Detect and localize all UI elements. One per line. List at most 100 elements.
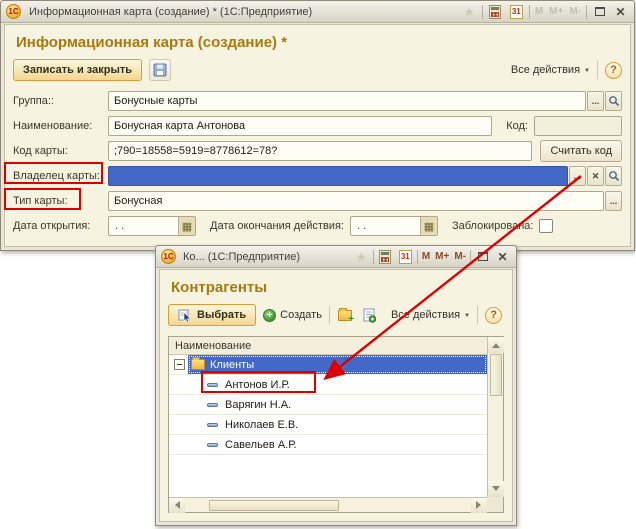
create-group-button[interactable]: +	[337, 307, 354, 324]
group-input[interactable]: Бонусные карты	[108, 91, 586, 111]
name-input[interactable]: Бонусная карта Антонова	[108, 116, 492, 136]
titlebar-separator	[482, 5, 483, 19]
calculator-icon[interactable]	[487, 3, 504, 20]
end-date-input[interactable]: . . ▦	[350, 216, 438, 236]
owner-input[interactable]	[108, 166, 568, 186]
card-type-row: Тип карты: Бонусная ...	[13, 191, 622, 211]
scroll-left-button[interactable]	[169, 498, 185, 513]
memory-m-button[interactable]: M	[534, 6, 544, 17]
scroll-down-button[interactable]	[488, 481, 504, 497]
toolbar-separator	[477, 306, 478, 324]
help-button[interactable]: ?	[605, 62, 622, 79]
main-window-body: Информационная карта (создание) * Записа…	[4, 24, 631, 247]
memory-m-minus-button[interactable]: M-	[453, 251, 467, 262]
element-icon	[207, 443, 218, 447]
help-button[interactable]: ?	[485, 307, 502, 324]
list-item[interactable]: Антонов И.Р.	[169, 375, 487, 395]
grid-calendar-icon: ▦	[424, 220, 434, 233]
card-type-input[interactable]: Бонусная	[108, 191, 604, 211]
card-type-ellipsis-button[interactable]: ...	[605, 191, 622, 211]
grid-calendar-icon: ▦	[182, 220, 192, 233]
maximize-button[interactable]	[591, 3, 608, 20]
magnifier-icon	[608, 95, 620, 107]
close-button[interactable]: ✕	[612, 3, 629, 20]
open-date-input[interactable]: . . ▦	[108, 216, 196, 236]
owner-label: Владелец карты:	[13, 170, 108, 182]
group-label: Группа::	[13, 95, 108, 107]
main-window: 1С Информационная карта (создание) * (1С…	[0, 0, 635, 251]
counterparties-title: Контрагенты	[171, 278, 512, 298]
arrow-down-icon	[492, 486, 500, 495]
calendar-icon[interactable]: 31	[508, 3, 525, 20]
all-actions-button[interactable]: Все действия ▼	[511, 64, 590, 76]
code-input	[534, 116, 622, 136]
main-window-title: Информационная карта (создание) * (1С:Пр…	[25, 6, 312, 18]
page-title: Информационная карта (создание) *	[16, 33, 630, 53]
list-item[interactable]: Николаев Е.В.	[169, 415, 487, 435]
1c-logo-icon: 1С	[161, 249, 176, 264]
save-button[interactable]	[149, 59, 171, 81]
collapse-icon[interactable]	[174, 359, 185, 370]
titlebar-separator	[586, 5, 587, 19]
counterparties-window: 1С Ко... (1С:Предприятие) ★ 31 M M+ M- ✕…	[155, 245, 517, 526]
element-icon	[207, 403, 218, 407]
name-label: Наименование:	[13, 120, 108, 132]
end-date-calendar-button[interactable]: ▦	[420, 217, 437, 235]
card-code-input[interactable]: ;790=18558=5919=8778612=78?	[108, 141, 532, 161]
toolbar-separator	[597, 61, 598, 79]
memory-m-plus-button[interactable]: M+	[548, 6, 564, 17]
blocked-checkbox[interactable]	[539, 219, 553, 233]
plus-circle-icon: +	[263, 309, 276, 322]
arrow-left-icon	[171, 501, 180, 509]
owner-ellipsis-button[interactable]: ...	[569, 166, 586, 186]
create-by-copy-button[interactable]	[361, 307, 378, 324]
horizontal-scrollbar[interactable]	[169, 497, 487, 512]
group-row-clients[interactable]: Клиенты	[169, 355, 487, 375]
select-button[interactable]: Выбрать	[168, 304, 256, 326]
arrow-right-icon	[476, 501, 485, 509]
vertical-scroll-thumb[interactable]	[490, 354, 502, 396]
code-label: Код:	[506, 120, 528, 132]
memory-m-plus-button[interactable]: M+	[434, 251, 450, 262]
read-code-button[interactable]: Считать код	[540, 140, 622, 162]
child-window-title: Ко... (1С:Предприятие)	[179, 251, 300, 263]
open-date-label: Дата открытия:	[13, 220, 108, 232]
group-row: Группа:: Бонусные карты ...	[13, 91, 622, 111]
main-toolbar: Записать и закрыть Все действия ▼ ?	[13, 58, 622, 82]
all-actions-button[interactable]: Все действия ▼	[391, 309, 470, 321]
document-plus-icon	[362, 308, 376, 323]
element-icon	[207, 383, 218, 387]
child-titlebar[interactable]: 1С Ко... (1С:Предприятие) ★ 31 M M+ M- ✕	[156, 246, 516, 268]
create-button[interactable]: + Создать	[263, 309, 322, 322]
titlebar-separator	[470, 250, 471, 264]
main-titlebar[interactable]: 1С Информационная карта (создание) * (1С…	[1, 1, 634, 23]
titlebar-separator	[373, 250, 374, 264]
owner-search-button[interactable]	[605, 166, 622, 186]
horizontal-scroll-thumb[interactable]	[209, 500, 339, 511]
list-item[interactable]: Савельев А.Р.	[169, 435, 487, 455]
favorites-star-icon[interactable]: ★	[461, 3, 478, 20]
name-row: Наименование: Бонусная карта Антонова Ко…	[13, 116, 622, 136]
column-header-name[interactable]: Наименование	[169, 337, 487, 355]
calendar-icon[interactable]: 31	[397, 248, 414, 265]
open-date-calendar-button[interactable]: ▦	[178, 217, 195, 235]
close-button[interactable]: ✕	[494, 248, 511, 265]
child-window-body: Контрагенты Выбрать + Создать + Все дейс…	[159, 269, 513, 522]
select-cursor-icon	[178, 308, 192, 322]
calculator-icon[interactable]	[377, 248, 394, 265]
group-search-button[interactable]	[605, 91, 622, 111]
list-item[interactable]: Варягин Н.А.	[169, 395, 487, 415]
magnifier-icon	[608, 170, 620, 182]
scroll-right-button[interactable]	[471, 498, 487, 513]
scroll-up-button[interactable]	[488, 337, 504, 353]
memory-m-button[interactable]: M	[421, 251, 431, 262]
list-main-area: Наименование Клиенты Антонов И.Р. Варяги…	[169, 337, 487, 497]
vertical-scrollbar[interactable]	[487, 337, 503, 497]
memory-m-minus-button[interactable]: M-	[568, 6, 582, 17]
favorites-star-icon[interactable]: ★	[353, 248, 370, 265]
owner-clear-button[interactable]: ✕	[587, 166, 604, 186]
maximize-button[interactable]	[474, 248, 491, 265]
group-ellipsis-button[interactable]: ...	[587, 91, 604, 111]
save-and-close-button[interactable]: Записать и закрыть	[13, 59, 142, 81]
owner-row: Владелец карты: ... ✕	[13, 166, 622, 186]
